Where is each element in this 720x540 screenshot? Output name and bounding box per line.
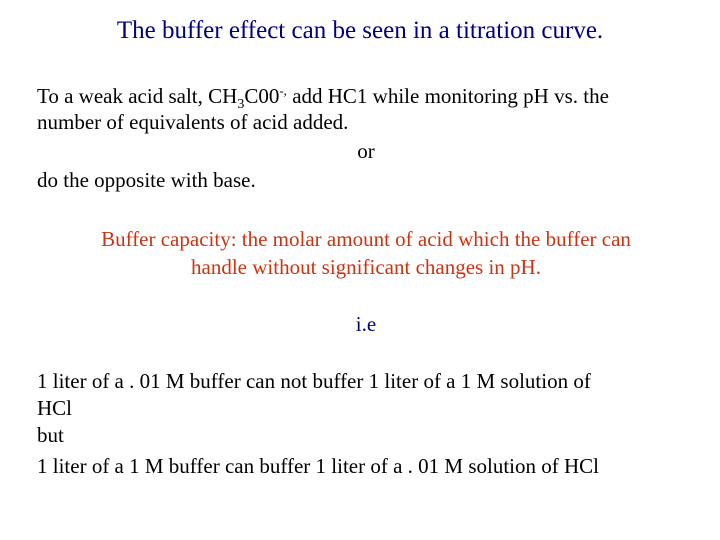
intro-line-1: To a weak acid salt, CH3C00-, add HC1 wh… bbox=[37, 83, 609, 112]
example-line-2: HCl bbox=[37, 396, 73, 420]
buffer-capacity-definition-line-1: Buffer capacity: the molar amount of aci… bbox=[101, 227, 631, 251]
acetate-formula: CH3C00-, bbox=[208, 83, 287, 112]
or-text: or bbox=[357, 139, 375, 163]
example-line-1: 1 liter of a . 01 M buffer can not buffe… bbox=[37, 369, 591, 393]
intro-text-after-formula: add HC1 while monitoring pH vs. the bbox=[286, 84, 609, 108]
intro-text-before-formula: To a weak acid salt, bbox=[37, 84, 209, 108]
buffer-capacity-definition-line-2: handle without significant changes in pH… bbox=[191, 255, 541, 279]
formula-coo: C00 bbox=[244, 84, 280, 108]
slide-title: The buffer effect can be seen in a titra… bbox=[116, 17, 604, 44]
intro-line-3: do the opposite with base. bbox=[37, 168, 256, 192]
ie-text: i.e bbox=[355, 312, 377, 336]
formula-ch: CH bbox=[208, 84, 238, 108]
example-line-3: but bbox=[37, 423, 64, 447]
formula-superscript: -, bbox=[279, 83, 287, 98]
intro-line-2: number of equivalents of acid added. bbox=[37, 110, 349, 134]
example-line-4: 1 liter of a 1 M buffer can buffer 1 lit… bbox=[37, 454, 600, 478]
